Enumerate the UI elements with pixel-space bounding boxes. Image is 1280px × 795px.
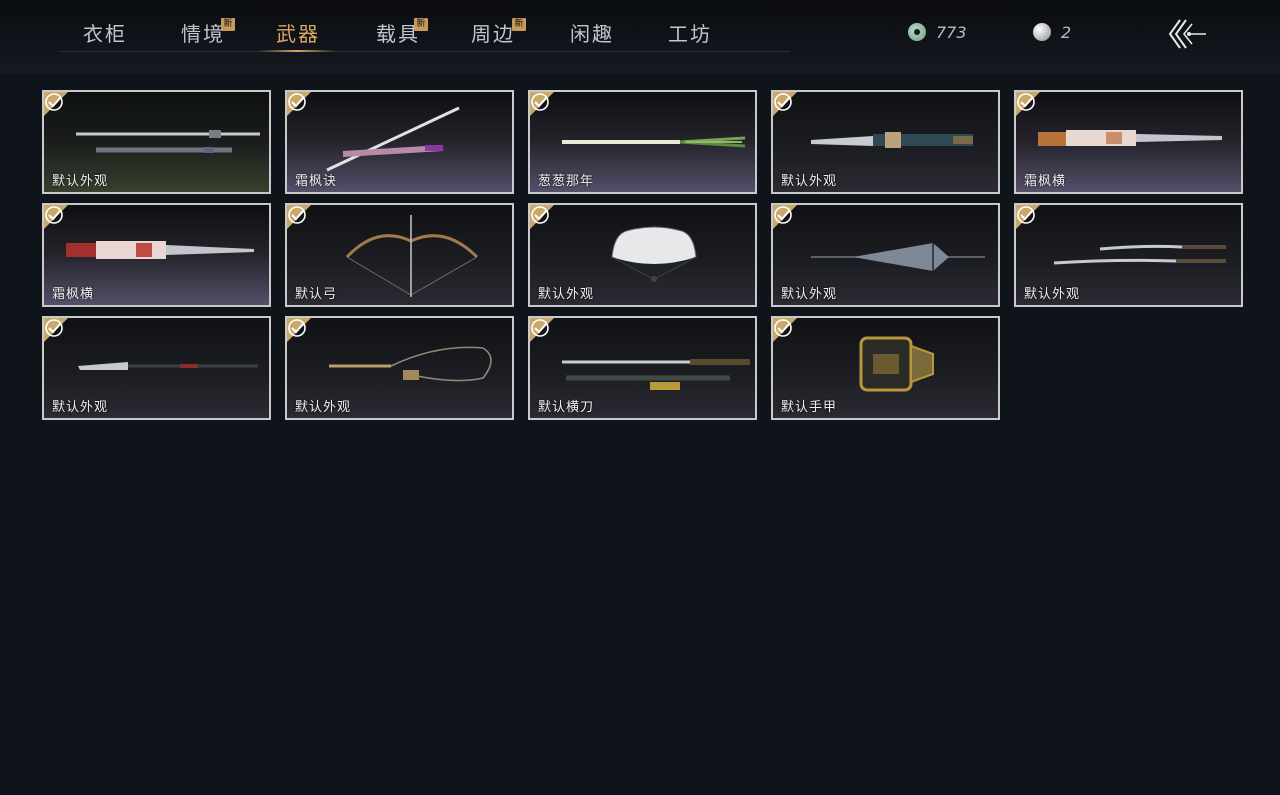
tabs-divider bbox=[60, 51, 790, 52]
tab-weapons[interactable]: 武器 bbox=[276, 18, 320, 48]
owned-check-icon bbox=[44, 92, 69, 117]
item-name: 霜枫诀 bbox=[295, 174, 338, 189]
item-name: 默认横刀 bbox=[538, 400, 595, 415]
item-name: 霜枫横 bbox=[52, 287, 95, 302]
weapon-card[interactable]: 霜枫横 bbox=[1014, 90, 1243, 194]
owned-check-icon bbox=[44, 318, 69, 343]
jade-amount: 773 bbox=[936, 22, 967, 42]
tab-scenes[interactable]: 情境 bbox=[181, 18, 225, 48]
item-name: 默认弓 bbox=[295, 287, 338, 302]
owned-check-icon bbox=[530, 92, 555, 117]
owned-check-icon bbox=[287, 205, 312, 230]
tab-workshop[interactable]: 工坊 bbox=[668, 18, 712, 48]
weapon-card[interactable]: 默认外观 bbox=[528, 203, 757, 307]
active-tab-indicator bbox=[258, 50, 336, 52]
pearl-icon bbox=[1033, 23, 1051, 41]
weapon-card[interactable]: 默认外观 bbox=[42, 316, 271, 420]
owned-check-icon bbox=[1016, 92, 1041, 117]
jade-currency: 773 bbox=[908, 20, 967, 44]
item-name: 默认外观 bbox=[781, 287, 838, 302]
weapon-card[interactable]: 默认弓 bbox=[285, 203, 514, 307]
item-name: 霜枫横 bbox=[1024, 174, 1067, 189]
owned-check-icon bbox=[530, 318, 555, 343]
owned-check-icon bbox=[44, 205, 69, 230]
tab-wardrobe[interactable]: 衣柜 bbox=[83, 18, 127, 48]
weapon-card[interactable]: 默认横刀 bbox=[528, 316, 757, 420]
owned-check-icon bbox=[773, 92, 798, 117]
weapon-card[interactable]: 默认外观 bbox=[771, 203, 1000, 307]
new-badge: 新 bbox=[221, 18, 235, 31]
jade-coin-icon bbox=[908, 23, 926, 41]
item-name: 默认外观 bbox=[1024, 287, 1081, 302]
item-name: 默认外观 bbox=[538, 287, 595, 302]
tab-accessories[interactable]: 周边 bbox=[471, 18, 515, 48]
pearl-amount: 2 bbox=[1061, 22, 1072, 42]
item-name: 默认外观 bbox=[52, 400, 109, 415]
owned-check-icon bbox=[773, 205, 798, 230]
item-name: 默认外观 bbox=[295, 400, 352, 415]
category-tabs: 衣柜 情境 新 武器 载具 新 周边 新 闲趣 工坊 bbox=[0, 0, 790, 52]
back-arrow-icon bbox=[1168, 19, 1206, 49]
weapon-card[interactable]: 霜枫横 bbox=[42, 203, 271, 307]
top-bar: 衣柜 情境 新 武器 载具 新 周边 新 闲趣 工坊 773 2 bbox=[0, 0, 1280, 74]
weapon-card[interactable]: 默认外观 bbox=[771, 90, 1000, 194]
new-badge: 新 bbox=[414, 18, 428, 31]
item-name: 默认手甲 bbox=[781, 400, 838, 415]
item-name: 默认外观 bbox=[52, 174, 109, 189]
new-badge: 新 bbox=[512, 18, 526, 31]
item-name: 默认外观 bbox=[781, 174, 838, 189]
back-button[interactable] bbox=[1164, 16, 1210, 52]
owned-check-icon bbox=[1016, 205, 1041, 230]
weapon-card[interactable]: 默认外观 bbox=[1014, 203, 1243, 307]
weapon-card[interactable]: 霜枫诀 bbox=[285, 90, 514, 194]
weapon-card[interactable]: 葱葱那年 bbox=[528, 90, 757, 194]
item-name: 葱葱那年 bbox=[538, 174, 595, 189]
owned-check-icon bbox=[530, 205, 555, 230]
weapon-card[interactable]: 默认外观 bbox=[42, 90, 271, 194]
weapon-card[interactable]: 默认手甲 bbox=[771, 316, 1000, 420]
pearl-currency: 2 bbox=[1033, 20, 1071, 44]
owned-check-icon bbox=[773, 318, 798, 343]
owned-check-icon bbox=[287, 92, 312, 117]
weapon-card[interactable]: 默认外观 bbox=[285, 316, 514, 420]
tab-leisure[interactable]: 闲趣 bbox=[570, 18, 614, 48]
owned-check-icon bbox=[287, 318, 312, 343]
